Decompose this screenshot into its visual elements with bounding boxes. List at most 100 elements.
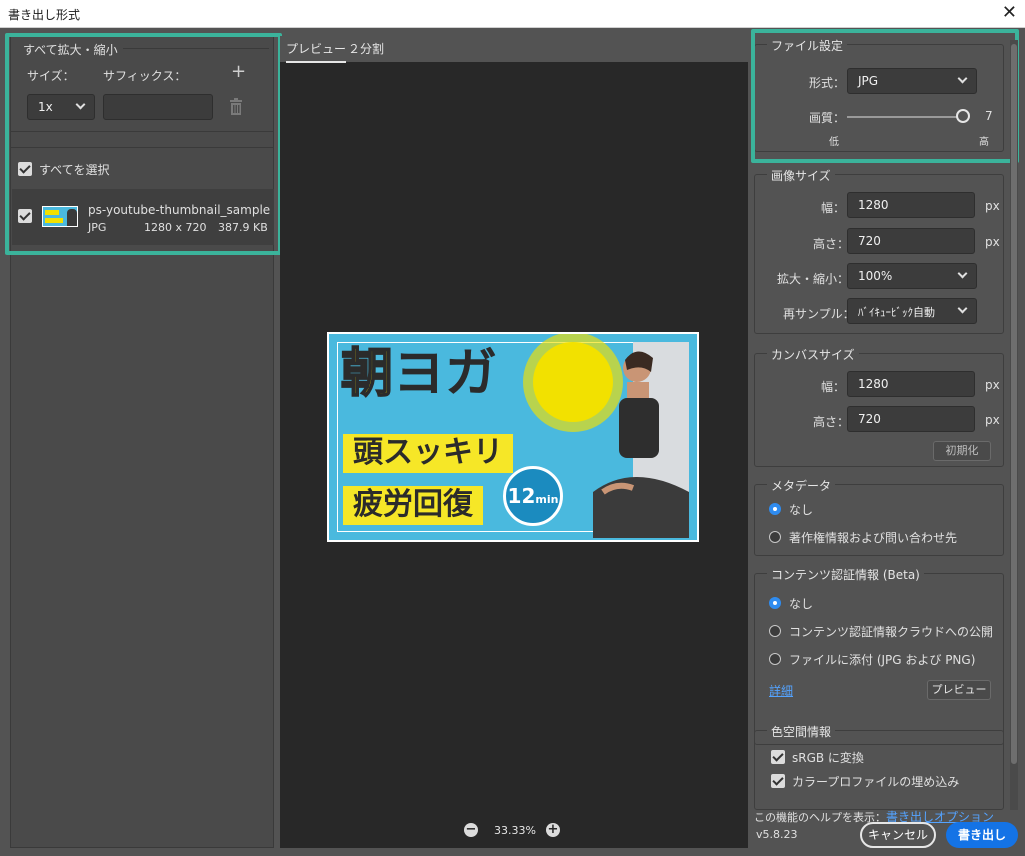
size-label: サイズ：	[27, 69, 75, 83]
canvas-height-input[interactable]: 720	[847, 406, 975, 432]
image-size-title: 画像サイズ	[767, 167, 835, 184]
left-panel: すべて拡大・縮小 サイズ： サフィックス： + 1x すべてを選択 ps-you…	[10, 36, 274, 848]
canvas-height-label: 高さ：	[813, 415, 850, 429]
file-list-item[interactable]: ps-youtube-thumbnail_sample JPG 1280 x 7…	[12, 189, 274, 245]
canvas-width-input[interactable]: 1280	[847, 371, 975, 397]
metadata-copyright-radio[interactable]	[769, 531, 781, 543]
select-all-label: すべてを選択	[39, 163, 110, 177]
chevron-down-icon	[957, 268, 968, 279]
file-dimensions: 1280 x 720	[144, 221, 207, 234]
image-size-section: 画像サイズ 幅： 1280 px 高さ： 720 px 拡大・縮小： 100% …	[754, 167, 1004, 334]
quality-slider-track[interactable]	[847, 116, 963, 118]
thumbnail-title: 朝ヨガ	[340, 347, 497, 401]
close-icon[interactable]: ✕	[1002, 2, 1017, 23]
scale-dropdown[interactable]: 1x	[27, 94, 95, 120]
image-scale-label: 拡大・縮小：	[777, 272, 850, 286]
chevron-down-icon	[957, 303, 968, 314]
zoom-out-icon[interactable]: −	[464, 823, 478, 837]
cc-attach-label: ファイルに添付 (JPG および PNG)	[789, 653, 976, 667]
duration-badge: 12min	[503, 466, 563, 526]
format-value: JPG	[858, 74, 879, 88]
embed-profile-label: カラープロファイルの埋め込み	[792, 775, 960, 789]
chevron-down-icon	[75, 99, 86, 110]
canvas-size-title: カンバスサイズ	[767, 346, 859, 363]
file-checkbox[interactable]	[18, 209, 32, 223]
cc-attach-radio[interactable]	[769, 653, 781, 665]
trash-icon[interactable]	[229, 98, 243, 115]
convert-srgb-checkbox[interactable]	[771, 750, 785, 764]
file-size: 387.9 KB	[218, 221, 268, 234]
tab-split[interactable]: ２分割	[348, 40, 384, 61]
select-all-checkbox[interactable]	[18, 162, 32, 176]
quality-low-label: 低	[829, 137, 839, 148]
canvas-size-section: カンバスサイズ 幅： 1280 px 高さ： 720 px 初期化	[754, 346, 1004, 467]
cc-cloud-radio[interactable]	[769, 625, 781, 637]
cancel-button[interactable]: キャンセル	[860, 822, 936, 848]
zoom-in-icon[interactable]: +	[546, 823, 560, 837]
export-button[interactable]: 書き出し	[946, 822, 1018, 848]
cc-none-radio[interactable]	[769, 597, 781, 609]
suffix-label: サフィックス：	[103, 69, 187, 83]
image-height-input[interactable]: 720	[847, 228, 975, 254]
file-settings-title: ファイル設定	[767, 37, 848, 54]
version-label: v5.8.23	[756, 828, 798, 841]
preview-area: プレビュー ２分割 朝ヨガ 頭スッキリ 疲労回復 12min − 33.33% …	[280, 36, 748, 848]
divider	[11, 131, 273, 132]
group-divider	[123, 48, 269, 49]
content-credentials-title: コンテンツ認証情報 (Beta)	[767, 566, 924, 583]
image-scale-value: 100%	[858, 269, 893, 283]
image-width-label: 幅：	[821, 201, 846, 215]
thumbnail-title-char: 朝	[340, 344, 394, 404]
metadata-none-radio[interactable]	[769, 503, 781, 515]
file-format: JPG	[88, 221, 107, 234]
canvas-width-unit: px	[985, 378, 1000, 392]
thumbnail-band-1: 頭スッキリ	[343, 434, 513, 473]
image-height-unit: px	[985, 235, 1000, 249]
color-space-section: 色空間情報 sRGB に変換 カラープロファイルの埋め込み	[754, 723, 1004, 810]
cc-details-link[interactable]: 詳細	[769, 682, 793, 699]
convert-srgb-label: sRGB に変換	[792, 751, 864, 765]
embed-profile-checkbox[interactable]	[771, 774, 785, 788]
quality-label: 画質：	[809, 111, 846, 125]
preview-image: 朝ヨガ 頭スッキリ 疲労回復 12min	[327, 332, 699, 542]
metadata-copyright-label: 著作権情報および問い合わせ先	[789, 531, 958, 545]
file-settings-section: ファイル設定 形式： JPG 画質： 7 低 高	[754, 37, 1004, 152]
reset-canvas-button[interactable]: 初期化	[933, 441, 991, 461]
canvas-width-label: 幅：	[821, 380, 846, 394]
cc-none-label: なし	[789, 597, 814, 611]
metadata-none-label: なし	[789, 503, 814, 517]
suffix-input[interactable]	[103, 94, 213, 120]
resample-dropdown[interactable]: ﾊﾞｲｷｭｰﾋﾞｯｸ自動	[847, 298, 977, 324]
image-height-label: 高さ：	[813, 237, 850, 251]
yoga-person-illustration	[593, 342, 689, 538]
metadata-section: メタデータ なし 著作権情報および問い合わせ先	[754, 477, 1004, 556]
preview-tabs: プレビュー ２分割	[280, 36, 748, 63]
quality-high-label: 高	[979, 137, 989, 148]
divider	[11, 147, 273, 148]
format-dropdown[interactable]: JPG	[847, 68, 977, 94]
image-width-input[interactable]: 1280	[847, 192, 975, 218]
content-credentials-section: コンテンツ認証情報 (Beta) なし コンテンツ認証情報クラウドへの公開 ファ…	[754, 566, 1004, 745]
tab-preview[interactable]: プレビュー	[286, 40, 347, 63]
file-thumbnail	[42, 206, 78, 227]
resample-label: 再サンプル：	[783, 307, 855, 321]
chevron-down-icon	[957, 73, 968, 84]
scrollbar-thumb[interactable]	[1011, 44, 1017, 764]
thumbnail-title-rest: ヨガ	[393, 344, 498, 404]
file-name: ps-youtube-thumbnail_sample	[88, 203, 271, 217]
settings-panel: ファイル設定 形式： JPG 画質： 7 低 高 画像サイズ 幅： 1280 p…	[754, 36, 1019, 848]
scrollbar[interactable]	[1010, 40, 1018, 810]
add-scale-icon[interactable]: +	[231, 61, 246, 82]
scale-all-group-title: すべて拡大・縮小	[23, 43, 118, 57]
image-width-unit: px	[985, 199, 1000, 213]
title-bar: 書き出し形式 ✕	[0, 0, 1025, 28]
quality-value: 7	[985, 109, 993, 123]
quality-slider-knob[interactable]	[956, 109, 970, 123]
resample-value: ﾊﾞｲｷｭｰﾋﾞｯｸ自動	[858, 306, 935, 319]
thumbnail-band-2: 疲労回復	[343, 486, 483, 525]
image-scale-dropdown[interactable]: 100%	[847, 263, 977, 289]
metadata-title: メタデータ	[767, 477, 836, 494]
format-label: 形式：	[809, 76, 846, 90]
scale-dropdown-value: 1x	[38, 100, 53, 114]
cc-preview-button[interactable]: プレビュー	[927, 680, 991, 700]
